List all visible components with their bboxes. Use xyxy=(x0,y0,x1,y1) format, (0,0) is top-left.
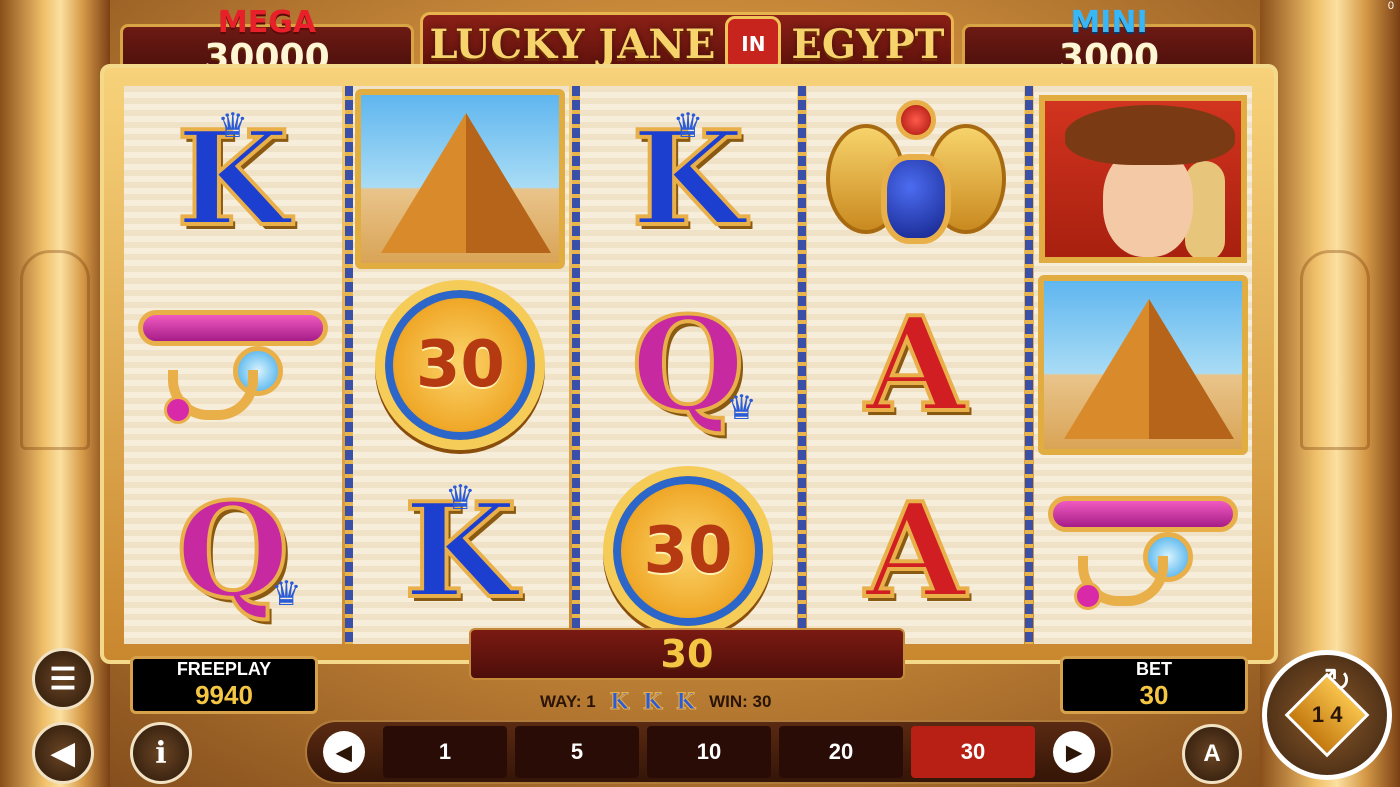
bet-next-button[interactable]: ▶ xyxy=(1053,731,1095,773)
scarab-symbol xyxy=(825,94,1006,264)
crown-icon: ♛ xyxy=(217,107,249,145)
mega-jackpot-label: MEGA xyxy=(217,5,317,40)
reel-grid: K ♛ Q ♛ 30 K ♛ K ♛ Q ♛ 30 A A xyxy=(124,86,1252,644)
freeplay-value: 9940 xyxy=(195,680,253,710)
reel-cell: A xyxy=(807,458,1025,644)
coin-symbol: 30 xyxy=(602,466,773,636)
reel-cell: 30 xyxy=(579,458,797,644)
reel-cell xyxy=(352,86,570,272)
win-display: 30 xyxy=(469,628,905,680)
mini-jackpot-label: MINI xyxy=(1070,5,1148,40)
logo-title: LUCKY JANE xyxy=(429,20,716,68)
corner-counter: 0 xyxy=(1387,0,1394,12)
reel-2: 30 K ♛ xyxy=(351,86,570,644)
lucky-jane-symbol xyxy=(1039,95,1248,263)
spin-core: 1 4 xyxy=(1284,672,1370,758)
bet-option-10[interactable]: 10 xyxy=(647,726,771,778)
eye-of-horus-symbol xyxy=(1048,486,1239,616)
win-label: WIN: 30 xyxy=(709,692,772,711)
reel-3: K ♛ Q ♛ 30 xyxy=(579,86,797,644)
freeplay-label: FREEPLAY xyxy=(176,659,272,679)
crown-icon: ♛ xyxy=(726,389,757,427)
symbol-a: A xyxy=(863,474,968,627)
reel-cell xyxy=(1034,86,1252,272)
reel-cell: K ♛ xyxy=(579,86,797,272)
bet-selector: ◀ 1 5 10 20 30 ▶ xyxy=(305,720,1113,784)
eye-of-horus-symbol xyxy=(137,300,328,430)
way-symbol-k: K xyxy=(675,689,696,716)
reel-separator xyxy=(1025,86,1033,644)
hieroglyph-carving xyxy=(1300,250,1370,450)
reel-1: K ♛ Q ♛ xyxy=(124,86,342,644)
info-button[interactable]: i xyxy=(130,722,192,784)
bet-label: BET xyxy=(1136,659,1172,679)
way-symbol-k: K xyxy=(609,689,629,716)
bet-option-20[interactable]: 20 xyxy=(779,726,903,778)
spin-button[interactable]: ↻ 1 4 xyxy=(1262,650,1392,780)
reel-cell: K ♛ xyxy=(124,86,342,272)
reel-cell xyxy=(807,86,1025,272)
crown-icon: ♛ xyxy=(271,575,302,613)
chevron-right-icon: ▶ xyxy=(1066,741,1082,764)
hieroglyph-carving xyxy=(20,250,90,450)
autoplay-icon: A xyxy=(1203,740,1221,767)
reel-cell: Q ♛ xyxy=(124,458,342,644)
bet-display: BET 30 xyxy=(1060,656,1248,714)
way-symbol-k: K xyxy=(642,689,662,716)
reel-cell xyxy=(1034,458,1252,644)
hamburger-icon: ☰ xyxy=(49,662,77,696)
pyramid-symbol xyxy=(1038,275,1249,455)
reel-cell: Q ♛ xyxy=(579,272,797,458)
reel-cell: K ♛ xyxy=(352,458,570,644)
chevron-left-icon: ◀ xyxy=(336,741,352,764)
spin-label: 1 4 xyxy=(1311,702,1343,727)
bet-value: 30 xyxy=(1139,680,1169,710)
way-info: WAY: 1 K K K WIN: 30 xyxy=(540,689,772,716)
reel-separator xyxy=(798,86,806,644)
freeplay-balance: FREEPLAY 9940 xyxy=(130,656,318,714)
bet-options: 1 5 10 20 30 xyxy=(383,726,1035,778)
reel-5 xyxy=(1034,86,1252,644)
crown-icon: ♛ xyxy=(672,107,704,145)
way-label: WAY: 1 xyxy=(540,692,596,711)
bet-prev-button[interactable]: ◀ xyxy=(323,731,365,773)
bet-option-5[interactable]: 5 xyxy=(515,726,639,778)
crown-icon: ♛ xyxy=(445,479,476,517)
bet-option-1[interactable]: 1 xyxy=(383,726,507,778)
reel-cell: 30 xyxy=(352,272,570,458)
bet-option-30[interactable]: 30 xyxy=(911,726,1035,778)
reel-cell xyxy=(1034,272,1252,458)
info-icon: i xyxy=(155,735,167,771)
reel-4: AA xyxy=(806,86,1025,644)
speaker-icon: ◀ xyxy=(51,736,75,770)
logo-title-egypt: EGYPT xyxy=(791,20,945,68)
coin-symbol: 30 xyxy=(375,280,546,450)
menu-button[interactable]: ☰ xyxy=(32,648,94,710)
sound-button[interactable]: ◀ xyxy=(32,722,94,784)
autoplay-button[interactable]: A xyxy=(1182,724,1242,784)
reel-cell xyxy=(124,272,342,458)
reel-separator xyxy=(345,86,353,644)
reel-cell: A xyxy=(807,272,1025,458)
pyramid-symbol xyxy=(355,89,566,269)
symbol-a: A xyxy=(863,288,968,441)
reel-separator xyxy=(572,86,580,644)
